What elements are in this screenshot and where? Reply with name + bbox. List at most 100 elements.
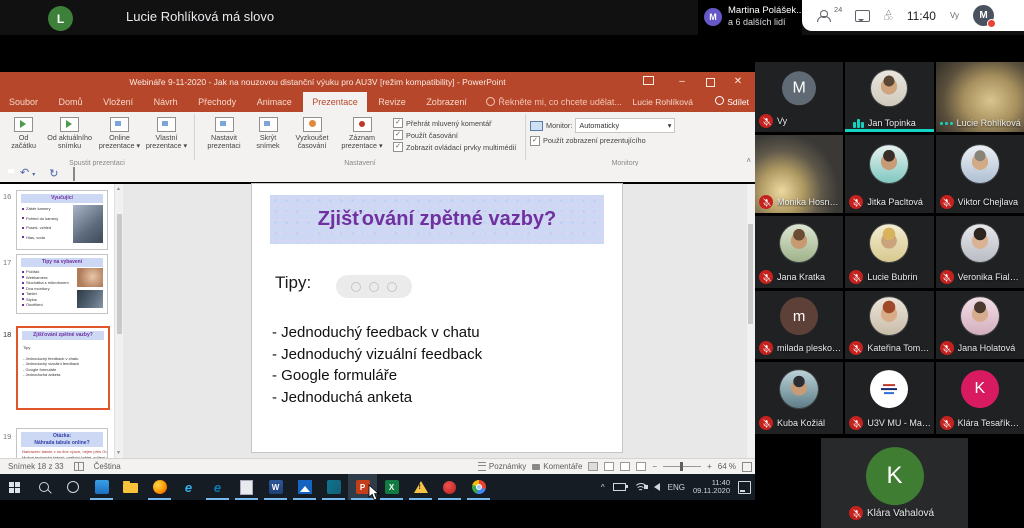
language-indicator[interactable]: Čeština (94, 459, 121, 474)
tab-prezentace-active[interactable]: Prezentace (303, 92, 367, 112)
checkbox-play-narrations[interactable]: ✓Přehrát mluvený komentář (393, 117, 516, 129)
participant-tile-jan-topinka[interactable]: Jan Topinka (845, 62, 933, 132)
taskbar-app-photos[interactable] (290, 474, 319, 500)
participant-tile-lucie-bubrin[interactable]: Lucie Bubrin (845, 216, 933, 288)
scrollbar-thumb[interactable] (748, 224, 753, 324)
taskbar-app-firefox[interactable] (145, 474, 174, 500)
tab-revize[interactable]: Revize (369, 92, 415, 112)
chat-icon[interactable] (855, 10, 870, 22)
taskbar-app-internet-explorer[interactable]: e (174, 474, 203, 500)
scroll-up-icon[interactable]: ▲ (116, 186, 121, 192)
taskbar-app-red[interactable] (435, 474, 464, 500)
taskbar-app-excel[interactable]: X (377, 474, 406, 500)
battery-icon[interactable] (613, 483, 626, 491)
undo-button[interactable]: ↶ ▾ (20, 166, 35, 182)
reading-view-button[interactable] (620, 462, 630, 471)
checkbox-presenter-view[interactable]: ✓ Použít zobrazení prezentujícího (530, 133, 720, 148)
participant-tile-viktor[interactable]: Viktor Chejlava (936, 135, 1024, 213)
taskbar-app-meeting[interactable] (87, 474, 116, 500)
zoom-slider-thumb[interactable] (680, 462, 683, 471)
participant-tile-kuba[interactable]: Kuba Kožiál (755, 362, 843, 434)
meet-floating-controls-overlay[interactable] (336, 275, 412, 298)
participant-tile-vy[interactable]: M Vy (755, 62, 843, 132)
participant-tile-monika[interactable]: Monika Hosned... (755, 135, 843, 213)
scroll-down-icon[interactable]: ▼ (116, 450, 121, 456)
zoom-level[interactable]: 64 % (718, 462, 736, 471)
slide-sorter-view-button[interactable] (604, 462, 614, 471)
slide-canvas[interactable]: Zjišťování zpětné vazby? Tipy: - Jednodu… (252, 184, 622, 452)
taskbar-app-notepad[interactable] (232, 474, 261, 500)
participant-tile-u3v-mu[interactable]: U3V MU - Mark... (845, 362, 933, 434)
slide-17-thumbnail[interactable]: Tipy na vybavení Počítač Webkamera Sluch… (16, 254, 108, 314)
participant-tile-jana-holatova[interactable]: Jana Holatová (936, 291, 1024, 359)
zoom-in-button[interactable]: + (707, 462, 712, 471)
tab-animace[interactable]: Animace (248, 92, 301, 112)
share-button[interactable]: Sdílet (715, 92, 749, 112)
from-current-slide-button[interactable]: Od aktuálního snímku (43, 114, 96, 151)
slide-16-thumbnail[interactable]: Vyučující Záběr kamery Pohled do kamery … (16, 190, 108, 250)
participant-tile-jitka[interactable]: Jitka Pacltová (845, 135, 933, 213)
participant-tile-milada[interactable]: m milada pleskot... (755, 291, 843, 359)
account-name[interactable]: Lucie Rohlíková (633, 92, 693, 112)
taskbar-app-word[interactable]: W (261, 474, 290, 500)
file-explorer-button[interactable] (116, 474, 145, 500)
tell-me-box[interactable]: Řekněte mi, co chcete udělat... (486, 97, 622, 107)
tray-expand-chevron[interactable]: ^ (601, 483, 605, 492)
taskbar-app-edge[interactable]: e (203, 474, 232, 500)
editor-scrollbar[interactable] (747, 184, 755, 458)
set-up-show-button[interactable]: Nastavit prezentaci (199, 114, 249, 151)
close-button[interactable]: ✕ (727, 72, 749, 92)
participant-tile-lucie-rohlikova[interactable]: Lucie Rohlíková (936, 62, 1024, 132)
participant-tile-jana-kratka[interactable]: Jana Kratka (755, 216, 843, 288)
record-slideshow-button[interactable]: Záznam prezentace ▾ (337, 114, 387, 151)
restore-button[interactable] (699, 72, 721, 92)
tab-prechody[interactable]: Přechody (189, 92, 245, 112)
from-beginning-button[interactable]: Od začátku (4, 114, 43, 151)
taskbar-app-warning[interactable]: ! (406, 474, 435, 500)
spellcheck-icon[interactable] (74, 462, 84, 471)
comments-button[interactable]: Komentáře (532, 462, 582, 471)
notes-button[interactable]: Poznámky (478, 462, 526, 471)
rehearse-timings-button[interactable]: Vyzkoušet časování (287, 114, 337, 151)
normal-view-button[interactable] (588, 462, 598, 471)
tab-domu[interactable]: Domů (50, 92, 92, 112)
search-button[interactable] (29, 474, 58, 500)
action-center-icon[interactable] (738, 481, 751, 494)
slide-18-thumbnail-selected[interactable]: Zjišťování zpětné vazby? Tipy - Jednoduc… (16, 326, 110, 410)
taskbar-app-image-viewer[interactable] (319, 474, 348, 500)
zoom-slider[interactable] (663, 466, 701, 467)
participants-button[interactable]: 24 (816, 10, 841, 22)
fit-to-window-icon[interactable] (742, 462, 752, 472)
keyboard-language[interactable]: ENG (668, 483, 685, 492)
tab-vlozeni[interactable]: Vložení (94, 92, 142, 112)
monitor-select[interactable]: Automaticky▾ (575, 118, 675, 133)
hide-slide-button[interactable]: Skrýt snímek (249, 114, 287, 151)
checkbox-use-timings[interactable]: ✓Použít časování (393, 129, 516, 141)
start-button[interactable] (0, 474, 29, 500)
scrollbar-thumb[interactable] (117, 214, 122, 334)
ribbon-display-options-button[interactable] (637, 72, 659, 92)
other-participants-chip[interactable]: M Martina Polášek... a 6 dalších lidí (698, 0, 802, 35)
tab-soubor[interactable]: Soubor (0, 92, 47, 112)
checkbox-show-media-controls[interactable]: ✓Zobrazit ovládací prvky multimédií (393, 141, 516, 153)
volume-icon[interactable] (654, 483, 660, 491)
participant-tile-katerina[interactable]: Kateřina Tomší... (845, 291, 933, 359)
tab-navrh[interactable]: Návrh (145, 92, 187, 112)
tab-zobrazeni[interactable]: Zobrazení (417, 92, 476, 112)
participant-tile-klara-vahalova[interactable]: K Klára Vahalová (821, 438, 968, 528)
self-avatar[interactable]: M (973, 5, 994, 26)
participant-tile-veronika[interactable]: Veronika Fialová (936, 216, 1024, 288)
cortana-button[interactable] (58, 474, 87, 500)
activities-icon[interactable]: △ □○ (884, 10, 892, 22)
zoom-out-button[interactable]: − (652, 462, 657, 471)
redo-button[interactable]: ↻ (49, 167, 58, 181)
custom-show-button[interactable]: Vlastní prezentace ▾ (143, 114, 190, 151)
slide-19-thumbnail[interactable]: Otázka:Náhrada tabule online? Nahrazení … (16, 428, 108, 459)
minimize-button[interactable]: – (671, 72, 693, 92)
participant-tile-klara-tesarikova[interactable]: K Klára Tesaříková (936, 362, 1024, 434)
taskbar-app-chrome[interactable] (464, 474, 493, 500)
start-slideshow-button[interactable] (73, 167, 75, 181)
collapse-ribbon-button[interactable]: ˄ (746, 156, 751, 165)
taskbar-clock[interactable]: 11:4009.11.2020 (693, 479, 730, 496)
slideshow-view-button[interactable] (636, 462, 646, 471)
